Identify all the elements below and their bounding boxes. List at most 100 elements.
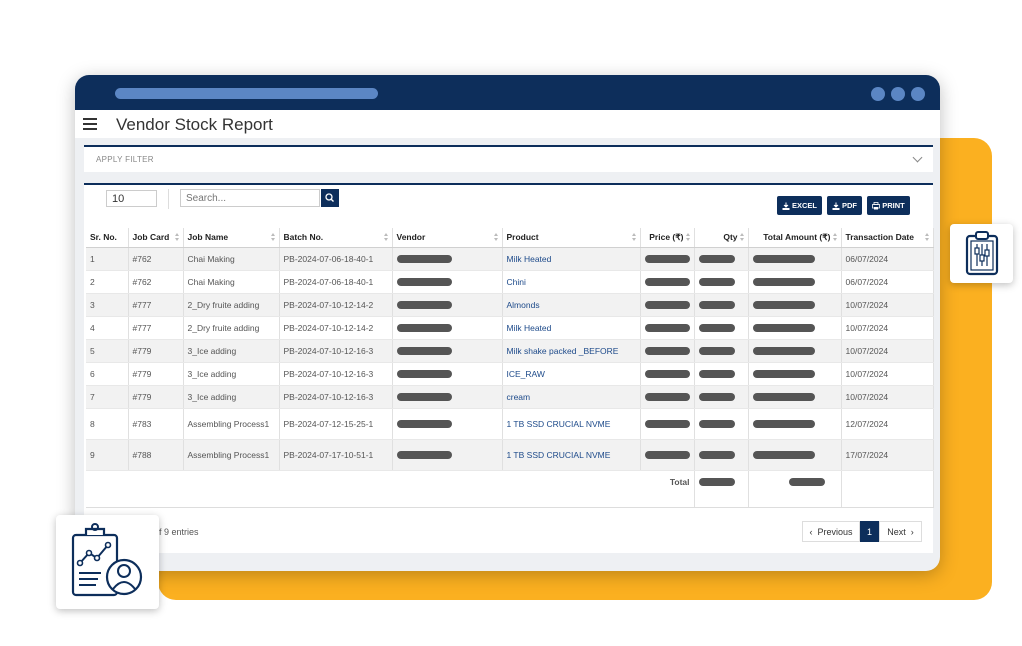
previous-page-button[interactable]: ‹ Previous <box>802 521 860 542</box>
job-card-cell: #783 <box>128 408 184 440</box>
total-label: Total <box>86 470 695 508</box>
transaction-date-cell: 06/07/2024 <box>841 247 934 271</box>
pdf-export-button[interactable]: PDF <box>827 196 862 215</box>
qty-cell-redacted <box>694 362 749 386</box>
table-row[interactable]: 1 #762 Chai Making PB-2024-07-06-18-40-1… <box>86 247 934 271</box>
transaction-date-cell: 10/07/2024 <box>841 339 934 363</box>
chevron-down-icon[interactable] <box>912 152 923 163</box>
price-cell-redacted <box>640 247 695 271</box>
previous-label: Previous <box>817 526 853 537</box>
total-empty-cell <box>841 470 934 508</box>
sort-icon <box>493 233 499 242</box>
column-header[interactable]: Product <box>502 228 641 248</box>
price-cell-redacted <box>640 339 695 363</box>
window-control-dot[interactable] <box>911 87 925 101</box>
job-name-cell: Chai Making <box>183 270 280 294</box>
excel-export-button[interactable]: EXCEL <box>777 196 822 215</box>
table-row[interactable]: 6 #779 3_Ice adding PB-2024-07-10-12-16-… <box>86 362 934 386</box>
sort-icon <box>685 233 691 242</box>
download-icon <box>782 202 790 210</box>
clipboard-report-icon <box>965 231 999 276</box>
product-cell: ICE_RAW <box>502 362 641 386</box>
job-name-cell: Chai Making <box>183 247 280 271</box>
total-amount-cell-redacted <box>748 439 842 471</box>
vendor-cell-redacted <box>392 362 503 386</box>
column-header[interactable]: Sr. No. <box>86 228 129 248</box>
window-control-dot[interactable] <box>891 87 905 101</box>
price-cell-redacted <box>640 362 695 386</box>
table-row[interactable]: 7 #779 3_Ice adding PB-2024-07-10-12-16-… <box>86 385 934 409</box>
table-row[interactable]: 4 #777 2_Dry fruite adding PB-2024-07-10… <box>86 316 934 340</box>
table-row[interactable]: 8 #783 Assembling Process1 PB-2024-07-12… <box>86 408 934 440</box>
vendor-cell-redacted <box>392 385 503 409</box>
qty-cell-redacted <box>694 293 749 317</box>
vendor-stock-table: Sr. No. Job Card Job Name Batch No. Vend… <box>86 228 934 508</box>
search-icon <box>325 193 334 202</box>
transaction-date-cell: 06/07/2024 <box>841 270 934 294</box>
batch-no-cell: PB-2024-07-06-18-40-1 <box>279 270 393 294</box>
batch-no-cell: PB-2024-07-10-12-14-2 <box>279 293 393 317</box>
job-name-cell: 3_Ice adding <box>183 339 280 363</box>
address-bar[interactable] <box>115 88 378 99</box>
batch-no-cell: PB-2024-07-17-10-51-1 <box>279 439 393 471</box>
sr-no-cell: 3 <box>86 293 129 317</box>
column-header[interactable]: Vendor <box>392 228 503 248</box>
job-name-cell: 3_Ice adding <box>183 362 280 386</box>
search-input[interactable] <box>180 189 320 207</box>
table-row[interactable]: 3 #777 2_Dry fruite adding PB-2024-07-10… <box>86 293 934 317</box>
job-card-cell: #779 <box>128 385 184 409</box>
qty-cell-redacted <box>694 408 749 440</box>
column-header[interactable]: Price (₹) <box>640 228 695 248</box>
product-cell: Chini <box>502 270 641 294</box>
job-name-cell: 2_Dry fruite adding <box>183 293 280 317</box>
sr-no-cell: 5 <box>86 339 129 363</box>
total-amount-cell-redacted <box>748 247 842 271</box>
sort-icon <box>383 233 389 242</box>
batch-no-cell: PB-2024-07-06-18-40-1 <box>279 247 393 271</box>
window-control-dot[interactable] <box>871 87 885 101</box>
search-button[interactable] <box>321 189 339 207</box>
column-header[interactable]: Job Card <box>128 228 184 248</box>
next-page-button[interactable]: Next › <box>879 521 922 542</box>
vendor-cell-redacted <box>392 339 503 363</box>
column-header[interactable]: Total Amount (₹) <box>748 228 842 248</box>
report-panel: 10 EXCEL PDF PRINT <box>84 183 934 553</box>
sort-icon <box>270 233 276 242</box>
price-cell-redacted <box>640 270 695 294</box>
job-card-cell: #777 <box>128 316 184 340</box>
table-row[interactable]: 5 #779 3_Ice adding PB-2024-07-10-12-16-… <box>86 339 934 363</box>
job-card-cell: #779 <box>128 362 184 386</box>
hamburger-menu-icon[interactable] <box>83 118 97 130</box>
column-header[interactable]: Batch No. <box>279 228 393 248</box>
total-qty-redacted <box>694 470 749 508</box>
transaction-date-cell: 10/07/2024 <box>841 385 934 409</box>
transaction-date-cell: 17/07/2024 <box>841 439 934 471</box>
table-header-row: Sr. No. Job Card Job Name Batch No. Vend… <box>86 228 934 248</box>
sr-no-cell: 4 <box>86 316 129 340</box>
vendor-cell-redacted <box>392 439 503 471</box>
product-cell: 1 TB SSD CRUCIAL NVME <box>502 439 641 471</box>
qty-cell-redacted <box>694 270 749 294</box>
total-amount-cell-redacted <box>748 385 842 409</box>
job-name-cell: Assembling Process1 <box>183 408 280 440</box>
transaction-date-cell: 10/07/2024 <box>841 293 934 317</box>
table-row[interactable]: 2 #762 Chai Making PB-2024-07-06-18-40-1… <box>86 270 934 294</box>
job-card-cell: #788 <box>128 439 184 471</box>
batch-no-cell: PB-2024-07-12-15-25-1 <box>279 408 393 440</box>
table-row[interactable]: 9 #788 Assembling Process1 PB-2024-07-17… <box>86 439 934 471</box>
batch-no-cell: PB-2024-07-10-12-16-3 <box>279 385 393 409</box>
column-header[interactable]: Qty <box>694 228 749 248</box>
apply-filter-panel[interactable]: APPLY FILTER <box>84 145 933 172</box>
column-header[interactable]: Transaction Date <box>841 228 934 248</box>
product-cell: 1 TB SSD CRUCIAL NVME <box>502 408 641 440</box>
column-header[interactable]: Job Name <box>183 228 280 248</box>
transaction-date-cell: 10/07/2024 <box>841 316 934 340</box>
next-label: Next <box>887 526 906 537</box>
page-size-select[interactable]: 10 <box>106 190 157 207</box>
print-button[interactable]: PRINT <box>867 196 910 215</box>
page-1-button[interactable]: 1 <box>860 521 879 542</box>
analytics-user-badge <box>56 515 159 609</box>
transaction-date-cell: 12/07/2024 <box>841 408 934 440</box>
total-amount-redacted <box>748 470 842 508</box>
sort-icon <box>174 233 180 242</box>
